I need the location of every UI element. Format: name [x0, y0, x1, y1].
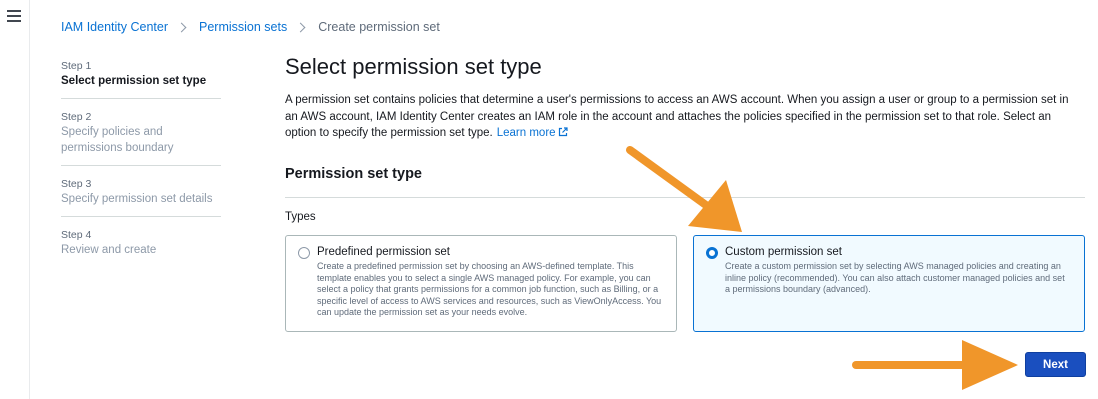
wizard-steps: Step 1 Select permission set type Step 2…: [61, 56, 221, 267]
types-label: Types: [285, 211, 316, 223]
step-number: Step 4: [61, 229, 92, 241]
radio-icon[interactable]: [706, 247, 718, 259]
main-content: Select permission set type A permission …: [285, 52, 1085, 142]
chevron-right-icon: [176, 22, 187, 32]
tile-title: Predefined permission set: [317, 246, 450, 258]
next-button[interactable]: Next: [1025, 352, 1086, 377]
breadcrumb-iam-identity-center[interactable]: IAM Identity Center: [61, 20, 168, 34]
custom-permission-set-tile[interactable]: Custom permission set Create a custom pe…: [693, 235, 1085, 332]
wizard-step-1: Step 1 Select permission set type: [61, 56, 221, 99]
annotation-arrow-right: [852, 340, 1018, 390]
step-title: Select permission set type: [61, 75, 207, 87]
page-description: A permission set contains policies that …: [285, 92, 1080, 142]
breadcrumb-permission-sets[interactable]: Permission sets: [199, 20, 287, 34]
learn-more-link[interactable]: Learn more: [497, 127, 568, 139]
menu-icon[interactable]: [7, 10, 21, 22]
step-title: Review and create: [61, 244, 157, 256]
step-number: Step 1: [61, 60, 92, 72]
learn-more-label: Learn more: [496, 127, 556, 139]
section-title: Permission set type: [285, 166, 422, 182]
wizard-step-2: Step 2 Specify policies and permissions …: [61, 99, 221, 166]
predefined-permission-set-tile[interactable]: Predefined permission set Create a prede…: [285, 235, 677, 332]
annotation-arrow-diagonal: [626, 146, 742, 232]
breadcrumb: IAM Identity Center Permission sets Crea…: [61, 20, 440, 34]
step-number: Step 2: [61, 111, 92, 123]
step-number: Step 3: [61, 178, 92, 190]
step-title: Specify policies and permissions boundar…: [61, 126, 174, 154]
radio-icon[interactable]: [298, 247, 310, 259]
tile-description: Create a predefined permission set by ch…: [317, 261, 662, 317]
description-text: A permission set contains policies that …: [285, 94, 1069, 139]
wizard-step-4: Step 4 Review and create: [61, 217, 221, 267]
wizard-step-3: Step 3 Specify permission set details: [61, 166, 221, 217]
external-link-icon: [558, 127, 568, 137]
step-title: Specify permission set details: [61, 193, 213, 205]
left-rail: [0, 0, 30, 399]
tile-title: Custom permission set: [725, 246, 842, 258]
tile-description: Create a custom permission set by select…: [725, 261, 1065, 294]
breadcrumb-current: Create permission set: [318, 20, 440, 34]
page-title: Select permission set type: [285, 54, 542, 79]
chevron-right-icon: [295, 22, 306, 32]
